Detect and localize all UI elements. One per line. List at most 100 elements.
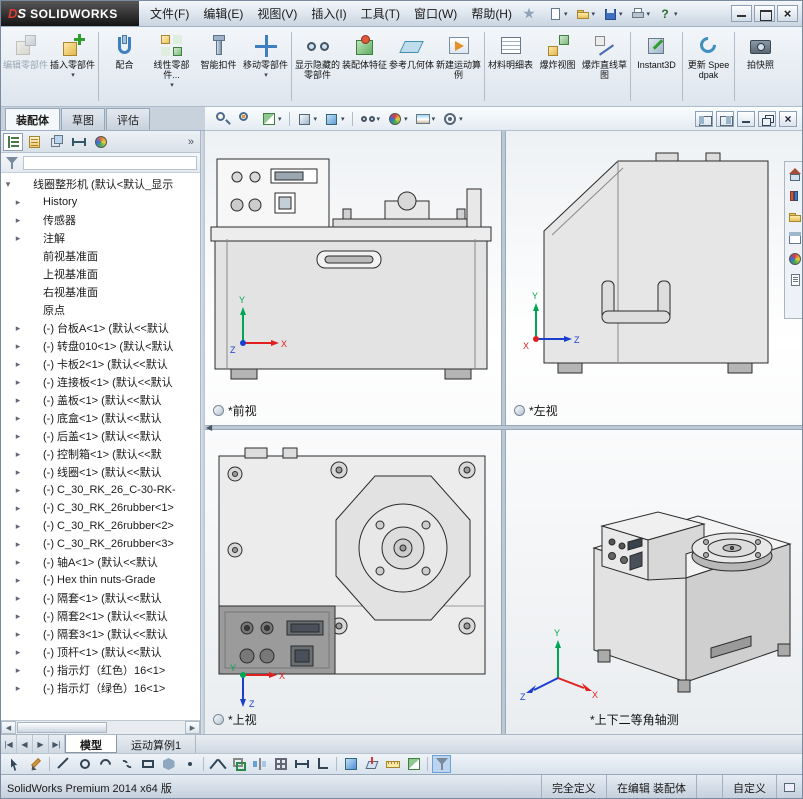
- custom-properties-icon[interactable]: [787, 272, 803, 288]
- menu-item[interactable]: 视图(V): [250, 1, 304, 26]
- command-button[interactable]: 编辑零部件: [2, 29, 49, 104]
- expand-arrow-icon[interactable]: [13, 538, 23, 550]
- tree-item[interactable]: (-) 控制箱<1> (默认<<默: [1, 445, 200, 463]
- sketch-tool-button[interactable]: [292, 755, 311, 773]
- graphics-viewport[interactable]: Y X Z *前视 Y Z X *左视 X Z Y *上视 Y X Z *上下二…: [205, 131, 803, 734]
- tree-item[interactable]: 传感器: [1, 211, 200, 229]
- expand-arrow-icon[interactable]: [13, 664, 23, 676]
- expand-arrow-icon[interactable]: [13, 502, 23, 514]
- expand-arrow-icon[interactable]: [13, 592, 23, 604]
- command-button[interactable]: 材料明细表: [487, 29, 534, 104]
- command-button[interactable]: Instant3D: [633, 29, 680, 104]
- scroll-right-button[interactable]: ▶: [185, 721, 200, 734]
- sketch-tool-button[interactable]: [180, 755, 199, 773]
- sketch-tool-button[interactable]: [5, 755, 24, 773]
- close-button[interactable]: [777, 5, 798, 22]
- expand-arrow-icon[interactable]: [13, 610, 23, 622]
- sketch-tool-button[interactable]: [138, 755, 157, 773]
- panel-tab[interactable]: [25, 133, 45, 151]
- expand-arrow-icon[interactable]: [13, 574, 23, 586]
- expand-arrow-icon[interactable]: [13, 286, 23, 298]
- filter-input[interactable]: [23, 155, 197, 170]
- menu-item[interactable]: 工具(T): [354, 1, 407, 26]
- command-button[interactable]: 爆炸视图: [534, 29, 581, 104]
- tree-item[interactable]: (-) 卡板2<1> (默认<<默认: [1, 355, 200, 373]
- tree-item[interactable]: 原点: [1, 301, 200, 319]
- view-tool-button[interactable]: [440, 109, 465, 129]
- command-button[interactable]: 移动零部件: [242, 29, 289, 104]
- sketch-tool-button[interactable]: [159, 755, 178, 773]
- tab-nav-next-button[interactable]: [33, 735, 49, 753]
- expand-arrow-icon[interactable]: [13, 340, 23, 352]
- tree-item[interactable]: (-) 盖板<1> (默认<<默认: [1, 391, 200, 409]
- isometric-view-quadrant[interactable]: Y X Z *上下二等角轴测: [506, 430, 802, 734]
- sketch-tool-button[interactable]: [250, 755, 269, 773]
- command-button[interactable]: 参考几何体: [388, 29, 435, 104]
- tree-item[interactable]: (-) 隔套<1> (默认<<默认: [1, 589, 200, 607]
- design-library-icon[interactable]: [787, 188, 803, 204]
- status-corner-button[interactable]: [776, 775, 802, 798]
- tree-item[interactable]: (-) C_30_RK_26rubber<2>: [1, 517, 200, 535]
- ribbon-tab[interactable]: 评估: [106, 108, 150, 130]
- command-button[interactable]: 拍快照: [737, 29, 784, 104]
- expand-arrow-icon[interactable]: [13, 358, 23, 370]
- doc-close-button[interactable]: [779, 110, 797, 127]
- tree-horizontal-scrollbar[interactable]: ◀ ▶: [1, 720, 200, 734]
- pane-right-button[interactable]: [716, 110, 734, 127]
- tree-item[interactable]: (-) 连接板<1> (默认<<默认: [1, 373, 200, 391]
- sketch-tool-button[interactable]: [313, 755, 332, 773]
- tree-item[interactable]: (-) 转盘010<1> (默认<默认: [1, 337, 200, 355]
- appearances-icon[interactable]: [787, 251, 803, 267]
- expand-arrow-icon[interactable]: [13, 196, 23, 208]
- expand-arrow-icon[interactable]: [13, 394, 23, 406]
- quick-access-button[interactable]: [573, 4, 598, 24]
- panel-tab[interactable]: [3, 132, 23, 151]
- command-button[interactable]: 新建运动算例: [435, 29, 482, 104]
- tree-item[interactable]: (-) 线圈<1> (默认<<默认: [1, 463, 200, 481]
- expand-arrow-icon[interactable]: [13, 412, 23, 424]
- expand-arrow-icon[interactable]: [13, 520, 23, 532]
- expand-arrow-icon[interactable]: [13, 376, 23, 388]
- tree-item[interactable]: (-) Hex thin nuts-Grade: [1, 571, 200, 589]
- top-view-quadrant[interactable]: X Z Y *上视: [205, 430, 501, 734]
- sketch-tool-button[interactable]: [96, 755, 115, 773]
- star-icon[interactable]: [523, 7, 535, 19]
- tree-item[interactable]: 注解: [1, 229, 200, 247]
- tab-nav-prev-button[interactable]: [17, 735, 33, 753]
- sketch-tool-button[interactable]: [362, 755, 381, 773]
- doc-restore-button[interactable]: [758, 110, 776, 127]
- sketch-tool-button[interactable]: [271, 755, 290, 773]
- view-tool-button[interactable]: [385, 109, 410, 129]
- tree-item[interactable]: (-) 轴A<1> (默认<<默认: [1, 553, 200, 571]
- tree-item[interactable]: (-) C_30_RK_26rubber<1>: [1, 499, 200, 517]
- command-button[interactable]: 更新 Speedpak: [685, 29, 732, 104]
- scroll-left-button[interactable]: ◀: [1, 721, 16, 734]
- quick-access-button[interactable]: [628, 4, 653, 24]
- tab-nav-last-button[interactable]: [49, 735, 65, 753]
- sketch-tool-button[interactable]: [404, 755, 423, 773]
- expand-arrow-icon[interactable]: [13, 682, 23, 694]
- expand-arrow-icon[interactable]: [13, 628, 23, 640]
- expand-arrow-icon[interactable]: [13, 250, 23, 262]
- view-tool-button[interactable]: [236, 109, 256, 129]
- quick-access-button[interactable]: [655, 4, 680, 24]
- expand-arrow-icon[interactable]: [13, 214, 23, 226]
- expand-arrow-icon[interactable]: [13, 646, 23, 658]
- expand-arrow-icon[interactable]: [13, 304, 23, 316]
- tree-item[interactable]: (-) C_30_RK_26_C-30-RK-: [1, 481, 200, 499]
- doc-minimize-button[interactable]: [737, 110, 755, 127]
- menu-item[interactable]: 窗口(W): [407, 1, 464, 26]
- sketch-tool-button[interactable]: [54, 755, 73, 773]
- panel-tab[interactable]: [69, 133, 89, 151]
- view-tool-button[interactable]: [322, 109, 347, 129]
- tree-item[interactable]: 上视基准面: [1, 265, 200, 283]
- sketch-tool-button[interactable]: [383, 755, 402, 773]
- sketch-tool-button[interactable]: [432, 755, 451, 773]
- scrollbar-thumb[interactable]: [17, 722, 107, 733]
- tree-item[interactable]: (-) 指示灯（红色）16<1>: [1, 661, 200, 679]
- tab-nav-first-button[interactable]: [1, 735, 17, 753]
- command-button[interactable]: 配合: [101, 29, 148, 104]
- model-tab[interactable]: 运动算例1: [117, 735, 197, 753]
- command-button[interactable]: 插入零部件: [49, 29, 96, 104]
- command-button[interactable]: 显示隐藏的零部件: [294, 29, 341, 104]
